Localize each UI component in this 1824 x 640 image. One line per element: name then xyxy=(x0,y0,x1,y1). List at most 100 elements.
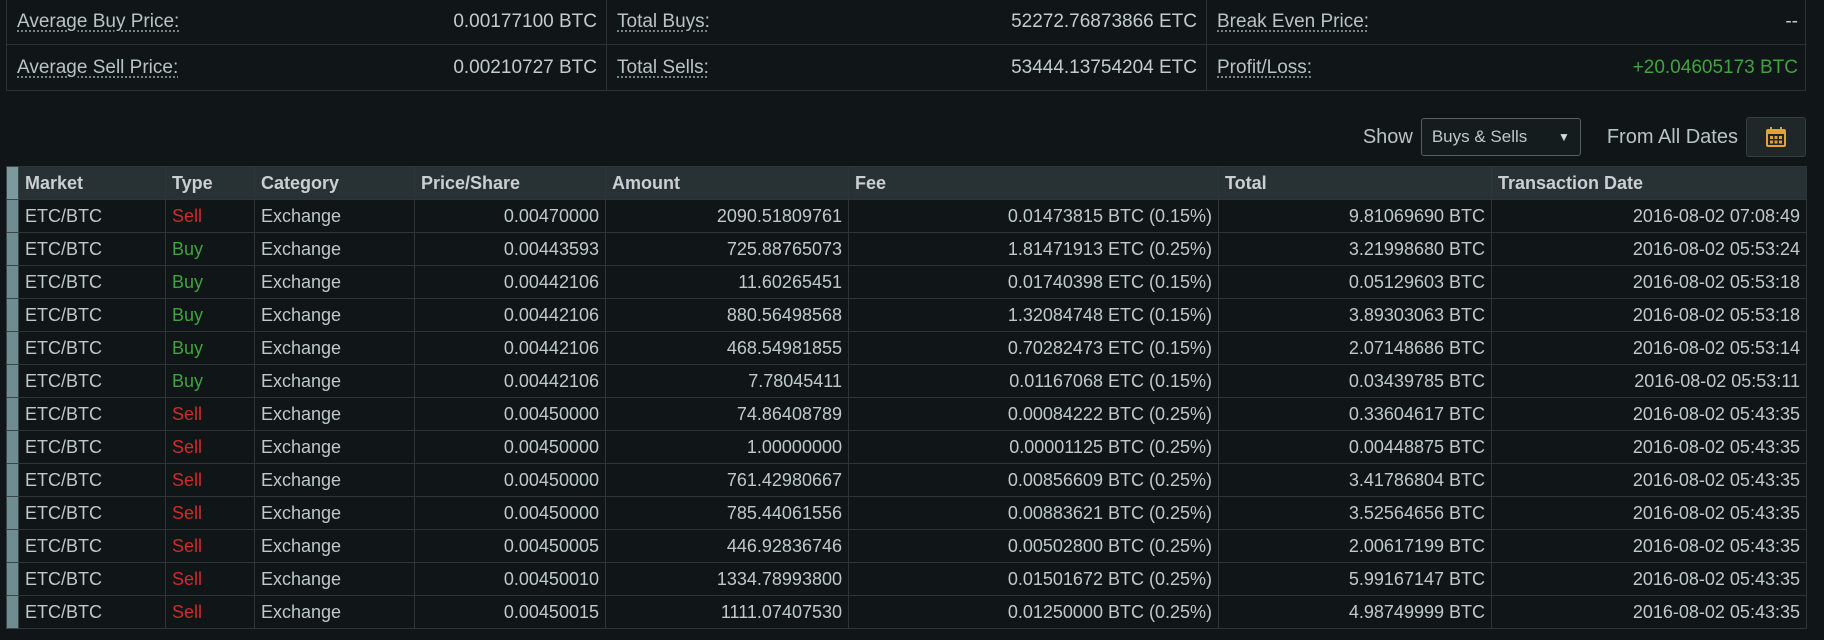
cell-category: Exchange xyxy=(254,232,415,266)
cell-price: 0.00442106 xyxy=(414,364,606,398)
cell-type: Sell xyxy=(165,529,255,563)
cell-type: Buy xyxy=(165,232,255,266)
table-row[interactable]: ETC/BTC Buy Exchange 0.00442106 468.54981855… xyxy=(6,331,1807,365)
cell-category: Exchange xyxy=(254,562,415,596)
cell-category: Exchange xyxy=(254,496,415,530)
cell-price: 0.00450000 xyxy=(414,496,606,530)
row-select-handle[interactable] xyxy=(6,397,19,431)
cell-date: 2016-08-02 05:53:18 xyxy=(1491,265,1807,299)
table-row[interactable]: ETC/BTC Buy Exchange 0.00442106 880.56498568… xyxy=(6,298,1807,332)
table-row[interactable]: ETC/BTC Sell Exchange 0.00450000 74.86408789… xyxy=(6,397,1807,431)
trade-history-body: ETC/BTC Sell Exchange 0.00470000 2090.518097… xyxy=(6,199,1807,629)
cell-amount: 1.00000000 xyxy=(605,430,849,464)
table-row[interactable]: ETC/BTC Sell Exchange 0.00450010 1334.789938… xyxy=(6,562,1807,596)
col-header-amount[interactable]: Amount xyxy=(605,166,849,200)
show-filter-select[interactable]: Buys & Sells ▼ xyxy=(1420,118,1581,156)
col-header-type[interactable]: Type xyxy=(165,166,255,200)
cell-amount: 1334.78993800 xyxy=(605,562,849,596)
trade-history-page: Average Buy Price: 0.00177100 BTC Total … xyxy=(0,0,1824,640)
cell-type: Buy xyxy=(165,364,255,398)
row-select-handle[interactable] xyxy=(6,595,19,629)
cell-date: 2016-08-02 05:43:35 xyxy=(1491,529,1807,563)
col-header-date[interactable]: Transaction Date xyxy=(1491,166,1807,200)
cell-amount: 446.92836746 xyxy=(605,529,849,563)
col-header-market[interactable]: Market xyxy=(18,166,166,200)
cell-date: 2016-08-02 05:53:11 xyxy=(1491,364,1807,398)
row-select-handle[interactable] xyxy=(6,199,19,233)
cell-date: 2016-08-02 05:43:35 xyxy=(1491,397,1807,431)
trade-history-table-wrap: Market Type Category Price/Share Amount … xyxy=(6,166,1807,629)
cell-amount: 1111.07407530 xyxy=(605,595,849,629)
avg-buy-price-label: Average Buy Price: xyxy=(17,11,180,32)
cell-category: Exchange xyxy=(254,298,415,332)
cell-fee: 0.00001125 BTC (0.25%) xyxy=(848,430,1219,464)
cell-amount: 468.54981855 xyxy=(605,331,849,365)
table-row[interactable]: ETC/BTC Buy Exchange 0.00442106 7.78045411 0.… xyxy=(6,364,1807,398)
cell-fee: 0.70282473 ETC (0.15%) xyxy=(848,331,1219,365)
cell-price: 0.00450010 xyxy=(414,562,606,596)
cell-price: 0.00450000 xyxy=(414,463,606,497)
col-header-fee[interactable]: Fee xyxy=(848,166,1219,200)
cell-type: Sell xyxy=(165,463,255,497)
date-picker-button[interactable] xyxy=(1746,117,1806,157)
cell-fee: 1.32084748 ETC (0.15%) xyxy=(848,298,1219,332)
table-row[interactable]: ETC/BTC Sell Exchange 0.00450000 761.4298066… xyxy=(6,463,1807,497)
cell-market: ETC/BTC xyxy=(18,364,166,398)
cell-category: Exchange xyxy=(254,364,415,398)
cell-type: Sell xyxy=(165,562,255,596)
cell-market: ETC/BTC xyxy=(18,595,166,629)
col-header-price[interactable]: Price/Share xyxy=(414,166,606,200)
avg-sell-price-cell: Average Sell Price: 0.00210727 BTC xyxy=(7,45,607,91)
cell-fee: 0.01501672 BTC (0.25%) xyxy=(848,562,1219,596)
table-row[interactable]: ETC/BTC Sell Exchange 0.00450000 1.00000000 0… xyxy=(6,430,1807,464)
row-select-handle[interactable] xyxy=(6,562,19,596)
cell-category: Exchange xyxy=(254,265,415,299)
cell-market: ETC/BTC xyxy=(18,232,166,266)
cell-amount: 7.78045411 xyxy=(605,364,849,398)
calendar-icon xyxy=(1766,127,1786,147)
cell-type: Sell xyxy=(165,595,255,629)
row-select-handle-header xyxy=(6,166,19,200)
row-select-handle[interactable] xyxy=(6,529,19,563)
show-filter-value: Buys & Sells xyxy=(1431,127,1528,146)
cell-fee: 0.00883621 BTC (0.25%) xyxy=(848,496,1219,530)
cell-type: Buy xyxy=(165,331,255,365)
row-select-handle[interactable] xyxy=(6,463,19,497)
cell-total: 9.81069690 BTC xyxy=(1218,199,1492,233)
table-row[interactable]: ETC/BTC Buy Exchange 0.00442106 11.60265451 0… xyxy=(6,265,1807,299)
cell-fee: 0.00502800 BTC (0.25%) xyxy=(848,529,1219,563)
trade-summary-panel: Average Buy Price: 0.00177100 BTC Total … xyxy=(6,0,1807,91)
table-row[interactable]: ETC/BTC Sell Exchange 0.00450005 446.9283674… xyxy=(6,529,1807,563)
cell-market: ETC/BTC xyxy=(18,199,166,233)
show-label: Show xyxy=(1362,125,1413,148)
col-header-total[interactable]: Total xyxy=(1218,166,1492,200)
cell-amount: 725.88765073 xyxy=(605,232,849,266)
row-select-handle[interactable] xyxy=(6,265,19,299)
cell-fee: 0.00084222 BTC (0.25%) xyxy=(848,397,1219,431)
table-row[interactable]: ETC/BTC Sell Exchange 0.00450015 1111.074075… xyxy=(6,595,1807,629)
cell-date: 2016-08-02 07:08:49 xyxy=(1491,199,1807,233)
row-select-handle[interactable] xyxy=(6,331,19,365)
cell-market: ETC/BTC xyxy=(18,298,166,332)
row-select-handle[interactable] xyxy=(6,364,19,398)
cell-total: 0.33604617 BTC xyxy=(1218,397,1492,431)
profit-loss-label: Profit/Loss: xyxy=(1217,57,1313,78)
cell-date: 2016-08-02 05:53:24 xyxy=(1491,232,1807,266)
total-buys-label: Total Buys: xyxy=(617,11,710,32)
cell-category: Exchange xyxy=(254,529,415,563)
col-header-category[interactable]: Category xyxy=(254,166,415,200)
avg-buy-price-cell: Average Buy Price: 0.00177100 BTC xyxy=(7,0,607,45)
cell-total: 3.52564656 BTC xyxy=(1218,496,1492,530)
break-even-label: Break Even Price: xyxy=(1217,11,1370,32)
cell-market: ETC/BTC xyxy=(18,496,166,530)
trade-history-table: Market Type Category Price/Share Amount … xyxy=(6,166,1807,629)
row-select-handle[interactable] xyxy=(6,496,19,530)
cell-market: ETC/BTC xyxy=(18,331,166,365)
row-select-handle[interactable] xyxy=(6,232,19,266)
table-row[interactable]: ETC/BTC Sell Exchange 0.00450000 785.4406155… xyxy=(6,496,1807,530)
table-row[interactable]: ETC/BTC Sell Exchange 0.00470000 2090.518097… xyxy=(6,199,1807,233)
cell-category: Exchange xyxy=(254,595,415,629)
table-row[interactable]: ETC/BTC Buy Exchange 0.00443593 725.88765073… xyxy=(6,232,1807,266)
row-select-handle[interactable] xyxy=(6,298,19,332)
row-select-handle[interactable] xyxy=(6,430,19,464)
